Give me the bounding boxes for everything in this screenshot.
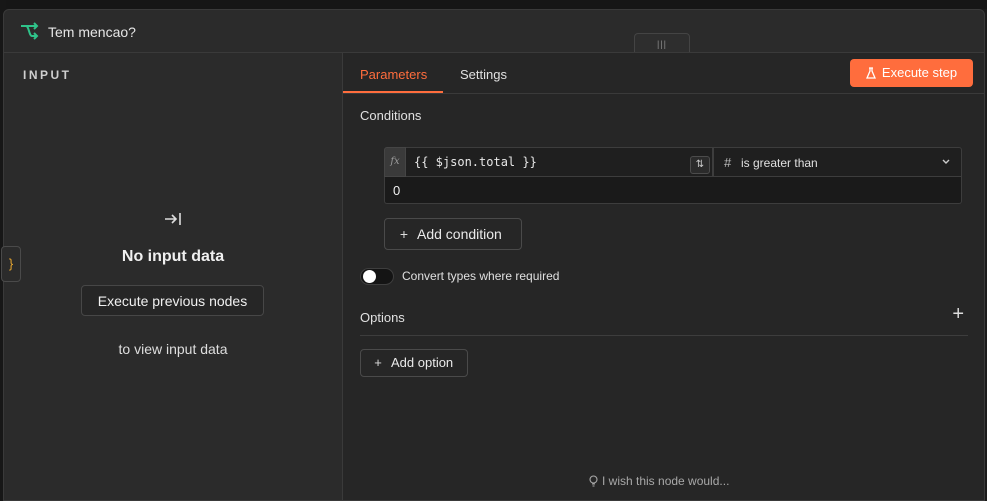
flask-icon (865, 66, 876, 79)
canvas-backdrop-top (0, 0, 987, 9)
node-details-modal: Tem mencao? ||| INPUT No input data Exec… (1, 9, 985, 501)
code-braces-tab[interactable]: } (1, 246, 21, 282)
condition-left-value-field[interactable]: {{ $json.total }} ⇅ (406, 147, 713, 177)
arrow-to-line-icon (165, 213, 181, 225)
plus-icon: + (399, 226, 409, 242)
plus-icon: + (374, 355, 382, 370)
open-expression-editor-icon[interactable]: ⇅ (690, 156, 710, 174)
node-title[interactable]: Tem mencao? (48, 24, 136, 40)
add-option-button[interactable]: + Add option (360, 349, 468, 377)
view-input-hint: to view input data (118, 341, 228, 357)
no-input-title: No input data (121, 248, 225, 265)
execute-previous-nodes-button[interactable]: Execute previous nodes (81, 285, 264, 316)
active-tab-indicator (343, 91, 443, 93)
tab-parameters[interactable]: Parameters (360, 67, 427, 82)
if-node-icon (21, 22, 39, 40)
condition-right-value-field[interactable]: 0 (384, 177, 962, 204)
conditions-label: Conditions (360, 108, 422, 123)
feedback-link[interactable]: I wish this node would... (589, 474, 729, 488)
execute-step-label: Execute step (881, 65, 958, 80)
options-label: Options (360, 310, 405, 325)
execute-step-button[interactable]: Execute step (850, 59, 973, 87)
options-plus-icon[interactable]: + (952, 303, 964, 326)
number-type-icon: # (724, 155, 732, 170)
condition-row: fx {{ $json.total }} ⇅ # is greater than… (384, 147, 962, 207)
fx-badge: fx (384, 147, 406, 177)
lightbulb-icon (589, 475, 598, 487)
feedback-label: I wish this node would... (602, 474, 730, 488)
tab-settings[interactable]: Settings (460, 67, 507, 82)
parameters-panel: Parameters Settings Execute step Conditi… (342, 52, 984, 500)
add-condition-button[interactable]: + Add condition (384, 218, 522, 250)
convert-types-label: Convert types where required (402, 269, 560, 283)
options-divider (360, 335, 968, 336)
condition-expression: {{ $json.total }} (414, 155, 537, 169)
add-option-label: Add option (391, 355, 454, 370)
panel-tabs: Parameters Settings Execute step (343, 53, 984, 94)
input-panel: INPUT No input data Execute previous nod… (4, 52, 342, 500)
operator-select[interactable]: # is greater than (713, 147, 962, 177)
node-titlebar: Tem mencao? ||| (4, 10, 984, 53)
chevron-down-icon (942, 159, 950, 164)
toggle-knob (363, 270, 376, 283)
operator-value: is greater than (741, 156, 818, 170)
input-heading: INPUT (23, 68, 72, 82)
convert-types-toggle[interactable] (360, 268, 394, 285)
drag-handle[interactable]: ||| (634, 33, 690, 53)
condition-value: 0 (393, 183, 401, 198)
add-condition-label: Add condition (417, 226, 502, 242)
